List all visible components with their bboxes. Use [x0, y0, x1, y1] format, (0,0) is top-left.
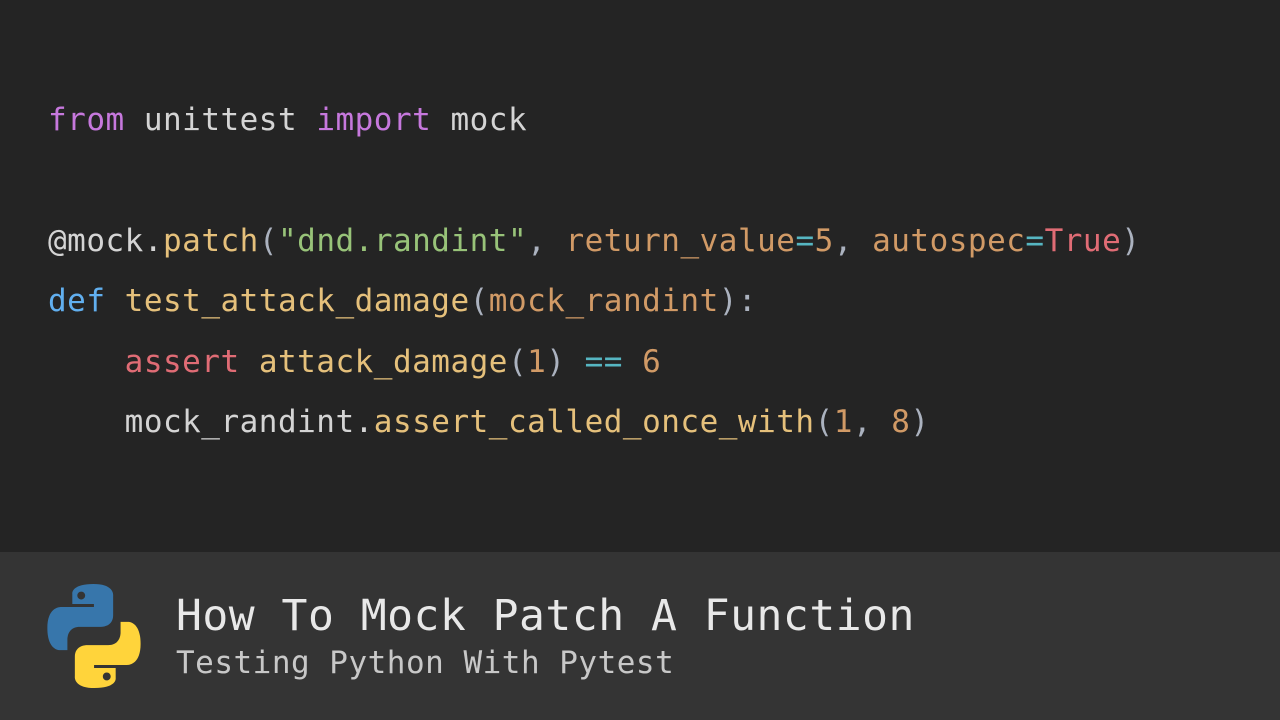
parameter: mock_randint	[489, 283, 719, 319]
indent	[48, 344, 125, 380]
number-literal: 1	[834, 404, 853, 440]
python-logo-icon	[40, 582, 148, 690]
keyword-import: import	[316, 102, 431, 138]
subtitle: Testing Python With Pytest	[176, 645, 915, 681]
decorator-object: mock	[67, 223, 144, 259]
code-line-4: assert attack_damage(1) == 6	[48, 332, 1280, 392]
space	[623, 344, 642, 380]
title-block: How To Mock Patch A Function Testing Pyt…	[176, 591, 915, 681]
paren-open: (	[470, 283, 489, 319]
number-literal: 5	[815, 223, 834, 259]
number-literal: 8	[891, 404, 910, 440]
decorator-method: patch	[163, 223, 259, 259]
bool-literal: True	[1045, 223, 1122, 259]
comma: ,	[834, 223, 872, 259]
comma: ,	[853, 404, 891, 440]
paren-open: (	[259, 223, 278, 259]
method-name: assert_called_once_with	[374, 404, 815, 440]
string-literal: "dnd.randint"	[278, 223, 527, 259]
kwarg-name: return_value	[565, 223, 795, 259]
keyword-def: def	[48, 283, 106, 319]
function-name: test_attack_damage	[125, 283, 470, 319]
dot: .	[355, 404, 374, 440]
footer-banner: How To Mock Patch A Function Testing Pyt…	[0, 552, 1280, 720]
number-literal: 1	[527, 344, 546, 380]
indent	[48, 404, 125, 440]
kwarg-name: autospec	[872, 223, 1025, 259]
import-name: mock	[450, 102, 527, 138]
paren-close: )	[1121, 223, 1140, 259]
space	[106, 283, 125, 319]
paren-close: )	[910, 404, 929, 440]
equals-equals: ==	[585, 344, 623, 380]
paren-open: (	[508, 344, 527, 380]
object-name: mock_randint	[125, 404, 355, 440]
dot: .	[144, 223, 163, 259]
code-block: from unittest import mock @mock.patch("d…	[0, 0, 1280, 453]
call-name: attack_damage	[259, 344, 508, 380]
equals: =	[795, 223, 814, 259]
main-title: How To Mock Patch A Function	[176, 591, 915, 641]
decorator-at: @	[48, 223, 67, 259]
equals: =	[1025, 223, 1044, 259]
blank-line	[48, 150, 1280, 210]
code-line-3: def test_attack_damage(mock_randint):	[48, 271, 1280, 331]
comma: ,	[527, 223, 565, 259]
paren-close-colon: ):	[719, 283, 757, 319]
keyword-from: from	[48, 102, 125, 138]
paren-close: )	[546, 344, 584, 380]
module-name: unittest	[144, 102, 297, 138]
paren-open: (	[815, 404, 834, 440]
code-line-2: @mock.patch("dnd.randint", return_value=…	[48, 211, 1280, 271]
code-line-1: from unittest import mock	[48, 90, 1280, 150]
number-literal: 6	[642, 344, 661, 380]
space	[240, 344, 259, 380]
keyword-assert: assert	[125, 344, 240, 380]
code-line-5: mock_randint.assert_called_once_with(1, …	[48, 392, 1280, 452]
